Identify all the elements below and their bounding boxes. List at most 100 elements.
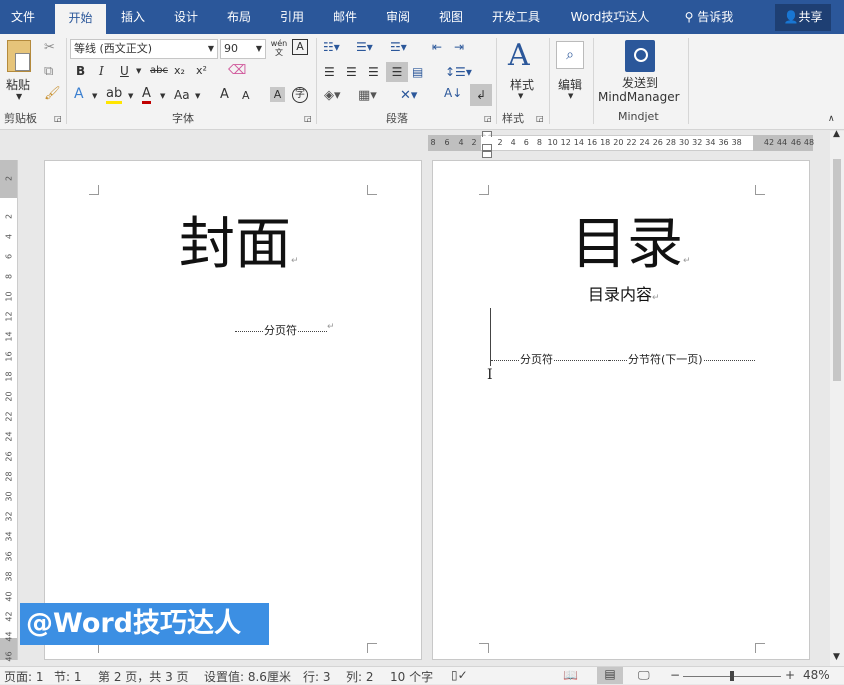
chinese-layout-icon[interactable]: ✕▾ [400,88,417,103]
increase-indent-icon[interactable]: ⇥ [454,40,464,54]
justify-icon[interactable]: ☰ [386,62,408,82]
italic-button[interactable]: I [99,64,104,78]
tab-mailings[interactable]: 邮件 [324,0,366,34]
enclose-char-icon[interactable]: 字 [292,87,308,103]
mindmanager-label[interactable]: MindManager [598,90,680,104]
tab-developer[interactable]: 开发工具 [484,0,548,34]
multilevel-list-icon[interactable]: ☲▾ [390,40,407,54]
share-button[interactable]: 👤共享 [775,4,831,31]
numbering-icon[interactable]: ☰▾ [356,40,373,54]
highlight-icon[interactable]: ab [106,86,123,104]
phonetic-guide-icon[interactable]: wén 文 [270,39,288,57]
tab-references[interactable]: 引用 [271,0,313,34]
ruler-tick-label: 4 [4,233,14,240]
char-shading-icon[interactable]: A [270,87,285,102]
collapse-ribbon-icon[interactable]: ∧ [828,114,835,124]
tab-layout[interactable]: 布局 [218,0,260,34]
borders-icon[interactable]: ▦▾ [358,88,377,103]
proofing-icon[interactable]: ▯✓ [451,668,468,682]
font-name-combo[interactable]: 等线 (西文正文) ▼ [70,39,218,59]
show-marks-icon[interactable]: ↲ [470,84,492,106]
status-row[interactable]: 行: 3 [303,668,331,685]
cut-icon[interactable]: ✂ [44,40,55,55]
mindmanager-icon[interactable] [625,40,655,72]
paragraph-launcher-icon[interactable]: ◲ [484,114,492,123]
align-right-icon[interactable]: ☰ [368,65,379,79]
text-effects-dropdown-icon[interactable]: ▼ [92,92,97,100]
tab-file[interactable]: 文件 [0,0,46,34]
underline-button[interactable]: U [120,64,129,78]
align-left-icon[interactable]: ☰ [324,65,335,79]
sort-icon[interactable]: A↓ [444,86,462,100]
subscript-button[interactable]: x₂ [174,64,185,77]
status-column[interactable]: 列: 2 [346,668,374,685]
clear-format-icon[interactable]: ⌫ [228,63,246,78]
font-color-dropdown-icon[interactable]: ▼ [160,92,165,100]
paste-dropdown-icon[interactable]: ▼ [16,92,22,101]
format-painter-icon[interactable]: 🖌 [44,86,61,101]
tab-view[interactable]: 视图 [430,0,472,34]
styles-icon[interactable]: A [508,38,530,73]
read-mode-icon[interactable]: 📖 [563,668,578,682]
change-case-dropdown-icon[interactable]: ▼ [195,92,200,100]
send-to-label[interactable]: 发送到 [622,74,658,91]
font-launcher-icon[interactable]: ◲ [304,114,312,123]
scroll-thumb[interactable] [833,159,841,381]
status-setting[interactable]: 设置值: 8.6厘米 [204,668,291,685]
status-page-count[interactable]: 第 2 页，共 3 页 [98,668,189,685]
tab-review[interactable]: 审阅 [377,0,419,34]
status-section[interactable]: 节: 1 [54,668,82,685]
clipboard-launcher-icon[interactable]: ◲ [54,114,62,123]
tell-me-box[interactable]: ⚲ 告诉我 [674,0,744,34]
strikethrough-button[interactable]: abc [150,65,168,76]
editing-button[interactable]: 编辑 [558,76,582,93]
shading-icon[interactable]: ◈▾ [324,88,341,103]
search-icon[interactable]: ⌕ [556,41,584,69]
scroll-down-icon[interactable]: ▼ [833,652,840,662]
styles-dropdown-icon[interactable]: ▼ [518,92,523,100]
status-word-count[interactable]: 10 个字 [390,668,433,685]
vertical-ruler[interactable]: 2 2 4 6 8 10 12 14 16 18 20 22 24 26 28 30 32 34 36 38 40 42 4… [0,160,18,662]
indent-marker-icon[interactable] [481,131,493,159]
zoom-level[interactable]: 48% [803,668,830,682]
line-spacing-icon[interactable]: ↕☰▾ [445,65,472,79]
person-icon: 👤 [783,10,799,24]
status-page[interactable]: 页面: 1 [4,668,44,685]
change-case-button[interactable]: Aa [174,88,190,102]
zoom-slider-thumb[interactable] [730,671,734,681]
paste-button[interactable]: 粘贴 [6,76,30,93]
print-layout-icon[interactable]: ▤ [597,667,623,684]
font-color-icon[interactable]: A [142,86,151,104]
page-toc[interactable]: 目录↵ 目录内容↵ 分页符 分节符(下一页) I [432,160,810,660]
bullets-icon[interactable]: ☷▾ [323,40,340,54]
shrink-font-icon[interactable]: A [242,89,250,102]
ruler-tick-label: 12 [4,311,14,322]
superscript-button[interactable]: x² [196,64,207,77]
distributed-icon[interactable]: ▤ [412,65,423,79]
styles-launcher-icon[interactable]: ◲ [536,114,544,123]
paste-icon[interactable] [7,40,31,72]
web-layout-icon[interactable]: 🖵 [638,668,650,683]
bold-button[interactable]: B [76,64,85,78]
underline-dropdown-icon[interactable]: ▼ [136,67,141,75]
tab-home[interactable]: 开始 [55,4,106,34]
editing-dropdown-icon[interactable]: ▼ [568,92,573,100]
highlight-dropdown-icon[interactable]: ▼ [128,92,133,100]
font-size-combo[interactable]: 90 ▼ [220,39,266,59]
grow-font-icon[interactable]: A [220,87,229,102]
group-separator [593,38,594,124]
styles-button[interactable]: 样式 [510,76,534,93]
char-border-icon[interactable]: A [292,39,308,55]
decrease-indent-icon[interactable]: ⇤ [432,40,442,54]
tab-insert[interactable]: 插入 [112,0,154,34]
tab-design[interactable]: 设计 [165,0,207,34]
zoom-in-button[interactable]: + [785,668,795,682]
tab-word-tips[interactable]: Word技巧达人 [559,0,661,34]
zoom-out-button[interactable]: − [670,668,680,682]
scroll-up-icon[interactable]: ▲ [833,129,840,139]
align-center-icon[interactable]: ☰ [346,65,357,79]
text-effects-icon[interactable]: A [74,86,84,102]
vertical-scrollbar[interactable]: ▲ ▼ [830,129,844,666]
page-cover[interactable]: 封面↵ 分页符 ↵ [44,160,422,660]
copy-icon[interactable]: ⧉ [44,64,53,79]
